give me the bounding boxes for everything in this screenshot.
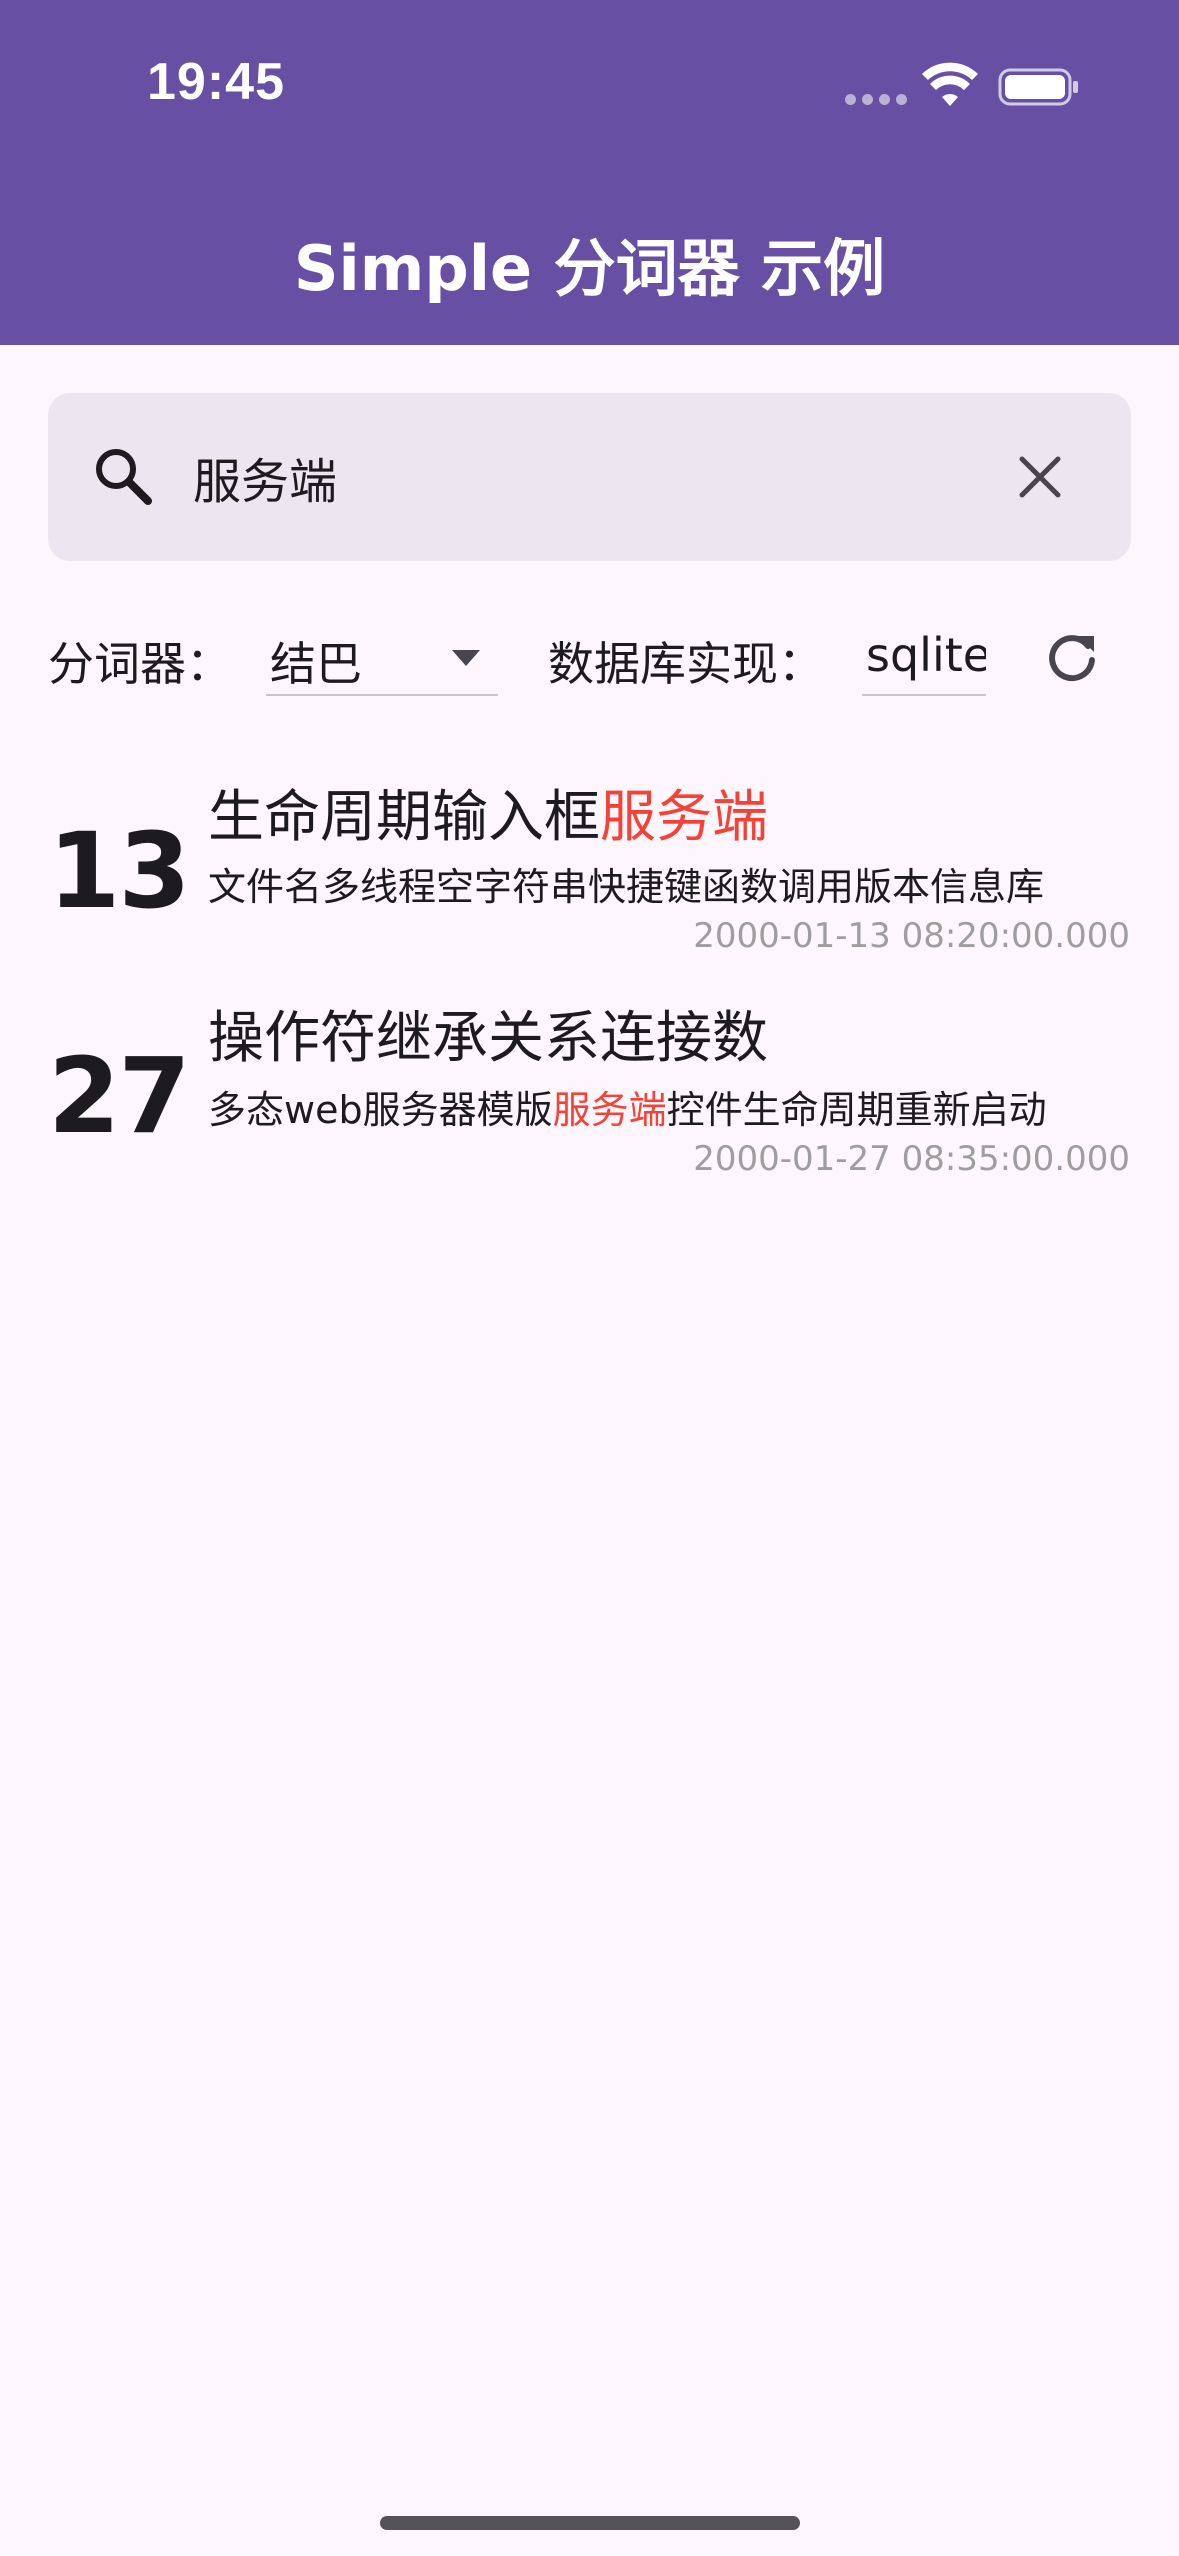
home-indicator[interactable] (380, 2516, 800, 2530)
result-date: 2000-01-13 08:20:00.000 (693, 916, 1130, 956)
snippet-text: 多态web服务器模版 (208, 1088, 553, 1132)
database-label: 数据库实现： (548, 637, 824, 691)
result-day: 13 (48, 810, 191, 932)
database-selected-value: sqlite (866, 628, 986, 682)
tokenizer-label: 分词器： (48, 637, 232, 691)
result-title: 生命周期输入框服务端 (208, 772, 768, 853)
status-bar-time: 19:45 (147, 53, 285, 111)
database-dropdown[interactable]: sqlite (862, 622, 986, 696)
tokenizer-selected-value: 结巴 (270, 637, 362, 691)
battery-icon (998, 68, 1078, 106)
search-icon (96, 449, 152, 505)
snippet-highlight: 服务端 (552, 1088, 667, 1132)
close-icon[interactable] (1008, 445, 1072, 509)
result-date: 2000-01-27 08:35:00.000 (693, 1139, 1130, 1179)
search-input[interactable] (193, 435, 993, 519)
result-title: 操作符继承关系连接数 (208, 993, 768, 1074)
result-snippet: 多态web服务器模版服务端控件生命周期重新启动 (208, 1079, 1132, 1134)
page-title: Simple 分词器 示例 (293, 232, 886, 305)
dropdown-arrow-icon (452, 650, 480, 666)
result-item[interactable]: 27 操作符继承关系连接数 多态web服务器模版服务端控件生命周期重新启动 20… (0, 985, 1179, 1195)
title-text: 操作符继承关系连接数 (208, 1006, 768, 1071)
app-header: 19:45 Simple 分词器 示例 (0, 0, 1179, 345)
result-item[interactable]: 13 生命周期输入框服务端 文件名多线程空字符串快捷键函数调用版本信息库 200… (0, 760, 1179, 970)
cellular-signal-icon (845, 94, 907, 105)
wifi-icon (922, 62, 978, 106)
refresh-icon[interactable] (1042, 628, 1102, 688)
title-highlight: 服务端 (600, 785, 768, 850)
tokenizer-dropdown[interactable]: 结巴 (266, 622, 498, 696)
snippet-text: 文件名多线程空字符串快捷键函数调用版本信息库 (208, 865, 1045, 909)
result-snippet: 文件名多线程空字符串快捷键函数调用版本信息库 (208, 856, 1132, 911)
result-day: 27 (48, 1035, 191, 1157)
snippet-text: 控件生命周期重新启动 (666, 1088, 1047, 1132)
title-text: 生命周期输入框 (208, 785, 600, 850)
search-field[interactable] (48, 393, 1131, 561)
